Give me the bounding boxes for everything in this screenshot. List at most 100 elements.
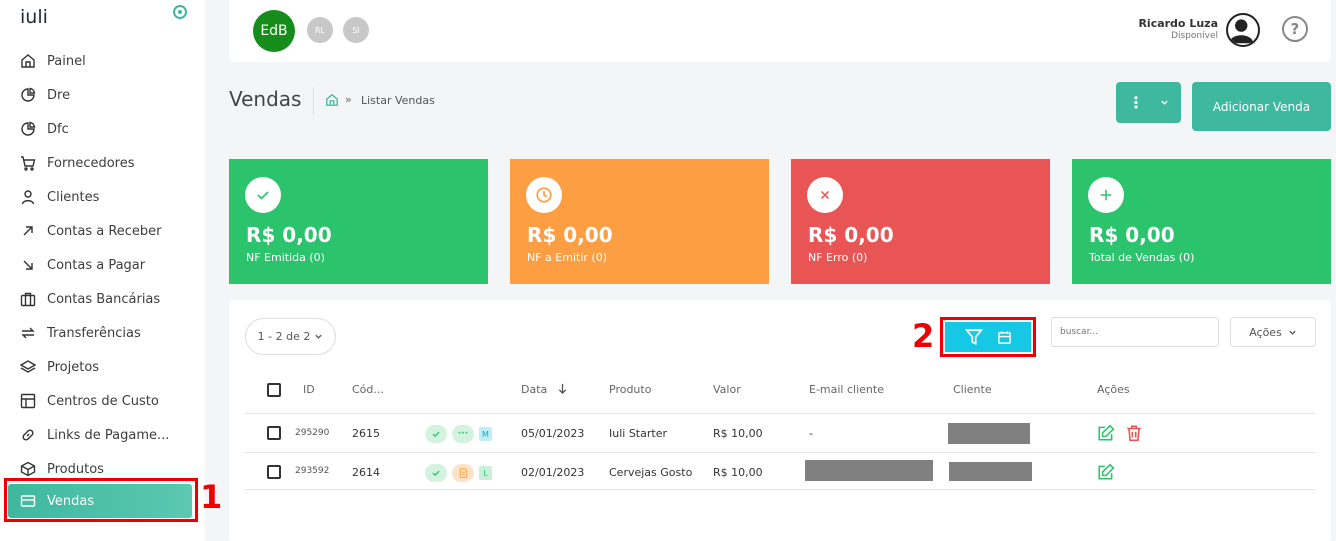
sidebar-item-projetos[interactable]: Projetos [0,350,205,384]
sidebar-item-painel[interactable]: Painel [0,44,205,78]
box-icon [20,461,36,477]
cell-valor: R$ 10,00 [713,466,763,479]
pie-chart-icon [20,121,36,137]
sidebar-item-contas-pagar[interactable]: Contas a Pagar [0,248,205,282]
header-id[interactable]: ID [303,383,315,396]
header-produto[interactable]: Produto [609,383,651,396]
layout-icon [20,393,36,409]
filter-date-button[interactable] [945,322,1031,352]
header-valor[interactable]: Valor [713,383,741,396]
edit-icon[interactable] [1097,463,1115,481]
card-label: NF a Emitir (0) [527,251,607,264]
header-data-label: Data [521,383,548,396]
layers-icon [20,359,36,375]
link-icon [20,427,36,443]
sidebar-item-contas-receber[interactable]: Contas a Receber [0,214,205,248]
card-nf-a-emitir: R$ 0,00 NF a Emitir (0) [510,159,769,284]
avatar-rl[interactable]: RL [307,17,333,43]
sidebar-item-dfc[interactable]: Dfc [0,112,205,146]
card-amount: R$ 0,00 [808,223,894,247]
cell-id: 295290 [295,428,330,438]
row-checkbox[interactable] [267,426,281,440]
cell-id: 293592 [295,466,330,476]
user-avatar[interactable] [1226,13,1260,47]
cell-cliente-redacted [949,462,1032,481]
sidebar-item-label: Contas a Pagar [47,257,146,273]
page-title: Vendas [229,87,302,111]
sidebar-item-label: Painel [47,53,86,69]
cell-email-redacted [805,460,933,481]
sidebar-item-label: Contas a Receber [47,223,162,239]
pagination-label: 1 - 2 de 2 [257,330,311,343]
breadcrumb-separator: » [345,93,352,106]
user-status: Disponível [1171,31,1218,41]
sidebar-item-label: Centros de Custo [47,393,159,409]
sidebar-nav: Painel Dre Dfc Fornecedores Clientes Con… [0,44,205,518]
app-logo[interactable]: iuli [20,6,48,28]
filter-icon [964,329,983,346]
row-checkbox[interactable] [267,465,281,479]
user-icon [20,189,36,205]
target-icon[interactable] [173,5,187,19]
help-icon[interactable]: ? [1282,16,1308,42]
pie-chart-icon [20,87,36,103]
status-check-icon [425,464,447,482]
sidebar-item-label: Links de Pagame... [47,427,170,443]
topbar: EdB RL SI Ricardo Luza Disponível ? [229,0,1331,62]
edit-icon[interactable] [1097,424,1115,442]
table-divider [245,413,1315,414]
more-options-button[interactable]: ⋮ [1116,82,1181,123]
cell-data: 02/01/2023 [521,466,585,479]
card-label: NF Emitida (0) [246,251,325,264]
status-check-icon [425,425,447,443]
sidebar-item-transferencias[interactable]: Transferências [0,316,205,350]
header-cliente[interactable]: Cliente [953,383,992,396]
card-amount: R$ 0,00 [246,223,332,247]
chevron-down-icon [1161,100,1168,105]
add-sale-button[interactable]: Adicionar Venda [1192,82,1331,131]
pagination-dropdown[interactable]: 1 - 2 de 2 [245,318,336,355]
chevron-down-icon [1289,330,1296,335]
avatar-si[interactable]: SI [343,17,369,43]
company-avatar[interactable]: EdB [253,10,295,52]
sidebar-item-clientes[interactable]: Clientes [0,180,205,214]
actions-label: Ações [1249,325,1282,339]
document-icon [452,464,474,482]
sidebar-item-label: Clientes [47,189,100,205]
sidebar-item-contas-bancarias[interactable]: Contas Bancárias [0,282,205,316]
header-data[interactable]: Data [521,383,568,396]
select-all-checkbox[interactable] [267,383,281,397]
sidebar-item-centros-custo[interactable]: Centros de Custo [0,384,205,418]
header-email[interactable]: E-mail cliente [809,383,884,396]
briefcase-icon [20,291,36,307]
trash-icon[interactable] [1125,424,1143,442]
cell-email: - [809,427,813,440]
search-input[interactable] [1051,317,1219,347]
sidebar-item-dre[interactable]: Dre [0,78,205,112]
cell-produto: Cervejas Gosto [609,466,693,479]
sidebar-item-fornecedores[interactable]: Fornecedores [0,146,205,180]
annotation-label-2: 2 [912,317,935,355]
breadcrumb-current: Listar Vendas [361,94,435,107]
transfer-icon [20,325,36,341]
more-vertical-icon: ⋮ [1128,93,1144,112]
calendar-icon [997,330,1011,344]
breadcrumb-home-icon[interactable] [325,93,339,107]
sidebar-item-label: Projetos [47,359,100,375]
cell-data: 05/01/2023 [521,427,585,440]
status-tag: L [479,466,492,480]
x-icon [807,177,843,213]
check-icon [245,177,281,213]
sidebar-item-links-pagamento[interactable]: Links de Pagame... [0,418,205,452]
cell-produto: Iuli Starter [609,427,667,440]
annotation-box-2 [940,317,1036,357]
user-name: Ricardo Luza [1138,17,1218,30]
sidebar-item-label: Produtos [47,461,104,477]
header-cod[interactable]: Cód... [352,383,384,396]
sidebar-item-label: Dre [47,87,71,103]
card-nf-erro: R$ 0,00 NF Erro (0) [791,159,1050,284]
actions-dropdown[interactable]: Ações [1230,317,1316,347]
sidebar-item-label: Dfc [47,121,69,137]
arrow-up-right-icon [20,223,36,239]
card-label: Total de Vendas (0) [1089,251,1195,264]
